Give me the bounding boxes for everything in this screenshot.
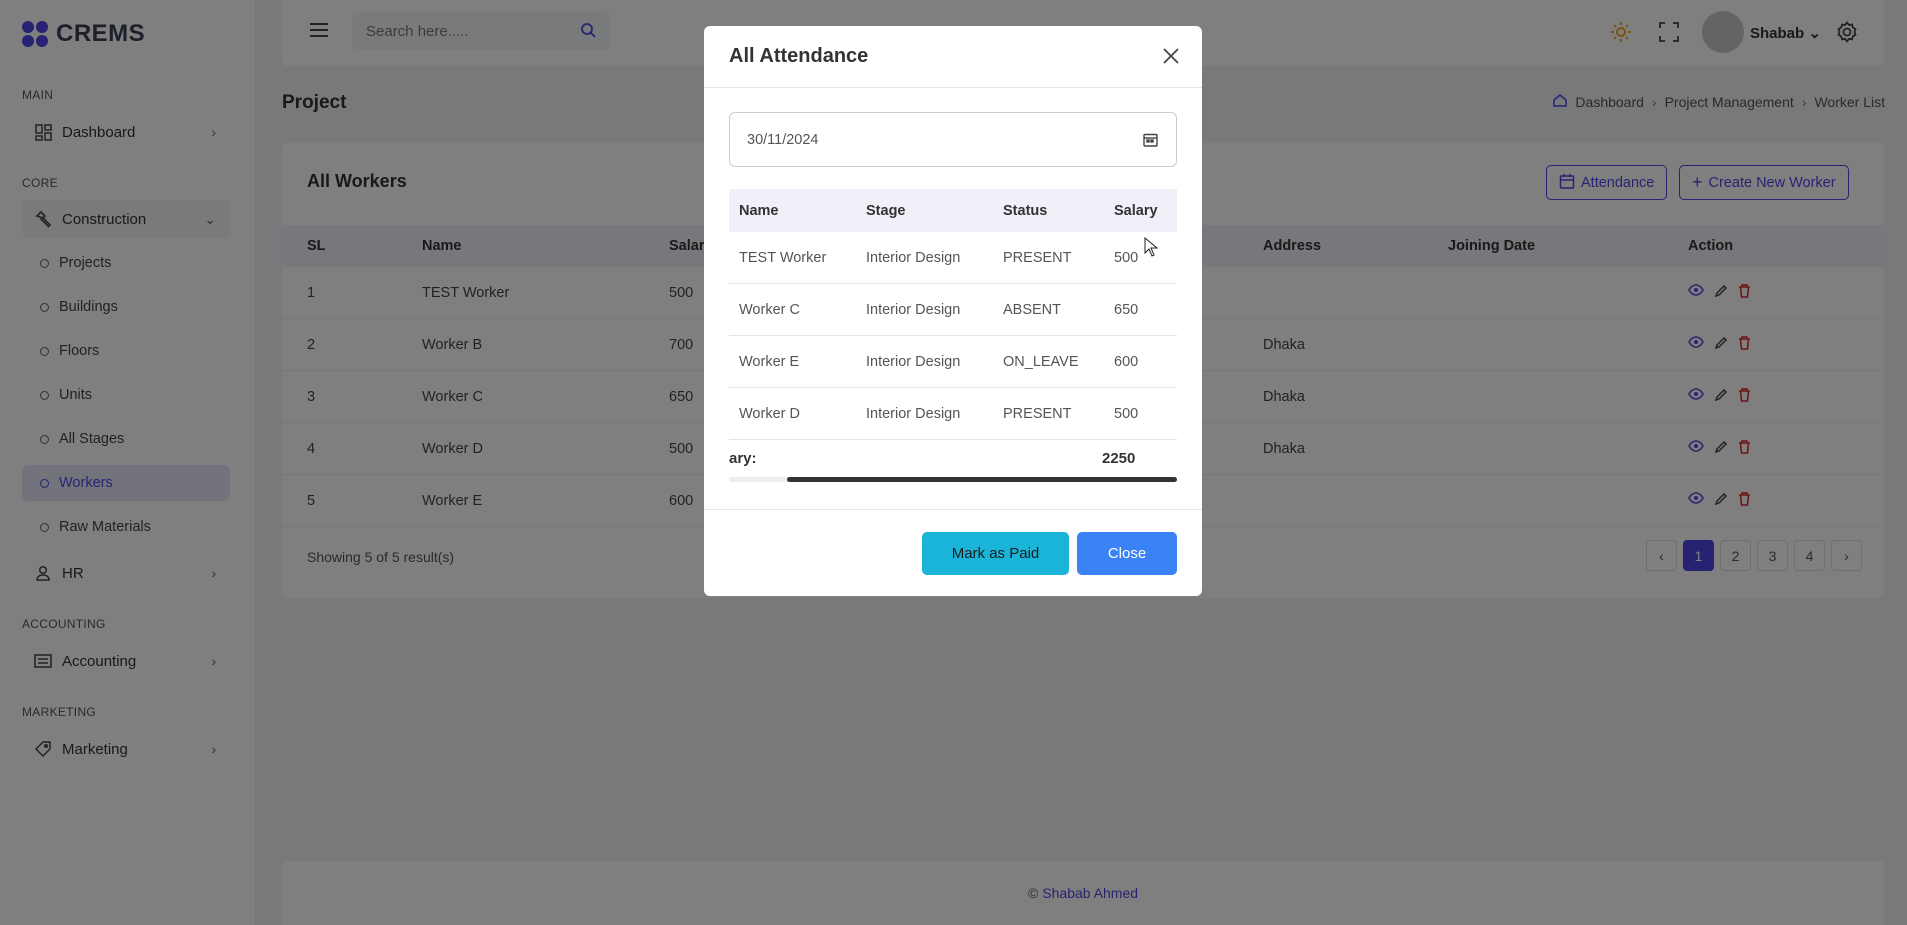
mouse-cursor-icon bbox=[1144, 236, 1159, 261]
attendance-row: TEST Worker Interior Design PRESENT 500 bbox=[729, 232, 1177, 284]
cell-status: ABSENT bbox=[1003, 301, 1062, 318]
cell-name: Worker D bbox=[739, 405, 800, 422]
col-stage: Stage bbox=[866, 202, 906, 219]
cell-name: Worker C bbox=[739, 301, 800, 318]
modal-footer: Mark as Paid Close bbox=[704, 509, 1202, 596]
cell-name: TEST Worker bbox=[739, 249, 827, 266]
cell-stage: Interior Design bbox=[866, 249, 961, 266]
cell-status: ON_LEAVE bbox=[1003, 353, 1079, 370]
cell-salary: 650 bbox=[1114, 301, 1139, 318]
total-salary-value: 2250 bbox=[1102, 450, 1136, 467]
attendance-modal: All Attendance 30/11/2024 Name Stage Sta… bbox=[704, 26, 1202, 596]
scrollbar-thumb[interactable] bbox=[787, 477, 1177, 482]
attendance-table-header: Name Stage Status Salary bbox=[729, 189, 1177, 232]
attendance-row: Worker C Interior Design ABSENT 650 bbox=[729, 284, 1177, 336]
cell-salary: 500 bbox=[1114, 249, 1139, 266]
date-field[interactable]: 30/11/2024 bbox=[729, 112, 1177, 167]
col-status: Status bbox=[1003, 202, 1048, 219]
close-button[interactable]: Close bbox=[1077, 532, 1177, 575]
cell-stage: Interior Design bbox=[866, 301, 961, 318]
close-icon[interactable] bbox=[1160, 45, 1182, 67]
modal-header: All Attendance bbox=[704, 26, 1202, 88]
modal-title: All Attendance bbox=[729, 45, 869, 67]
cell-stage: Interior Design bbox=[866, 405, 961, 422]
calendar-icon[interactable] bbox=[1143, 132, 1158, 151]
cell-salary: 500 bbox=[1114, 405, 1139, 422]
cell-stage: Interior Design bbox=[866, 353, 961, 370]
attendance-row: Worker D Interior Design PRESENT 500 bbox=[729, 388, 1177, 440]
total-salary-label: ary: bbox=[729, 450, 757, 467]
cell-name: Worker E bbox=[739, 353, 800, 370]
attendance-table: Name Stage Status Salary TEST Worker Inte… bbox=[729, 189, 1177, 440]
cell-status: PRESENT bbox=[1003, 249, 1072, 266]
cell-salary: 600 bbox=[1114, 353, 1139, 370]
cell-status: PRESENT bbox=[1003, 405, 1072, 422]
col-name: Name bbox=[739, 202, 779, 219]
date-value: 30/11/2024 bbox=[747, 131, 819, 148]
mark-as-paid-button[interactable]: Mark as Paid bbox=[922, 532, 1069, 575]
attendance-row: Worker E Interior Design ON_LEAVE 600 bbox=[729, 336, 1177, 388]
col-salary: Salary bbox=[1114, 202, 1158, 219]
